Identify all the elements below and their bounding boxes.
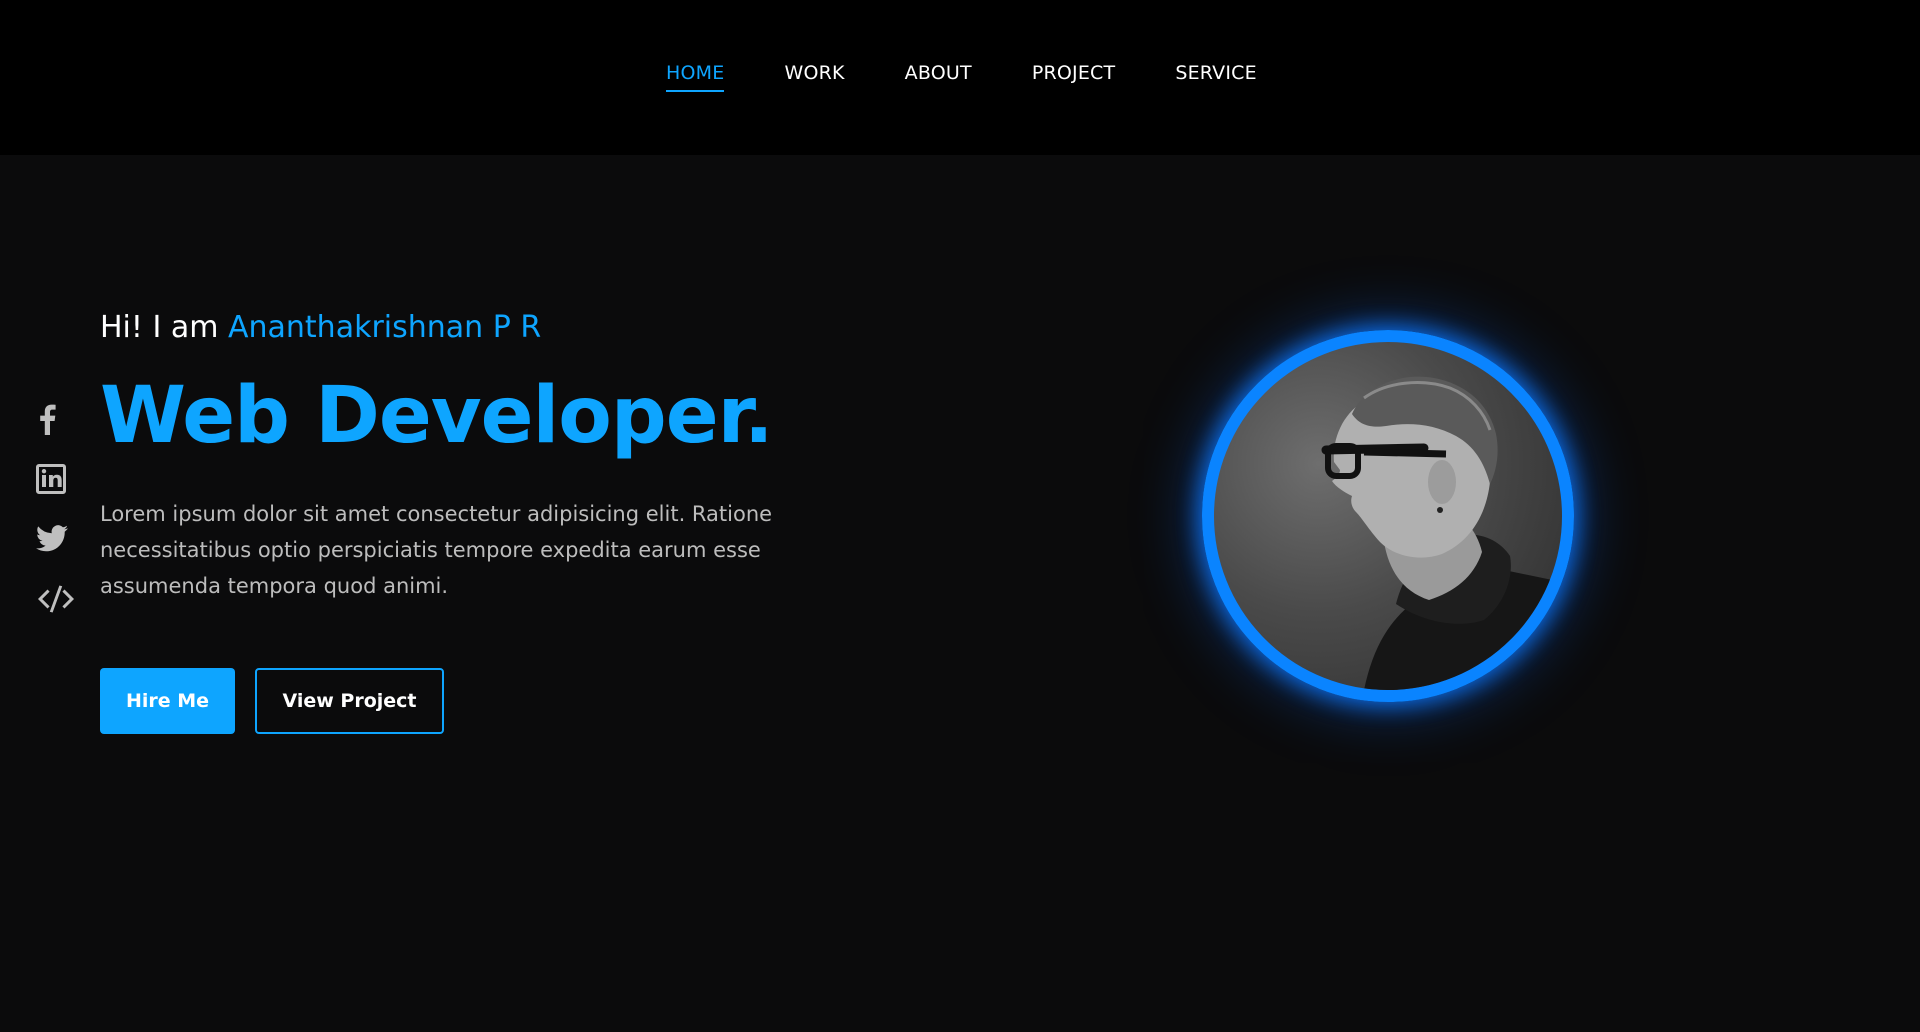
view-project-button[interactable]: View Project xyxy=(255,668,444,734)
linkedin-link[interactable] xyxy=(36,462,80,496)
nav-links: HOME WORK ABOUT PROJECT SERVICE xyxy=(666,62,1317,92)
facebook-icon xyxy=(40,404,56,435)
nav-work[interactable]: WORK xyxy=(784,62,844,90)
navbar: HOME WORK ABOUT PROJECT SERVICE xyxy=(0,0,1920,155)
social-links xyxy=(36,402,80,616)
twitter-icon xyxy=(36,525,68,552)
code-icon xyxy=(38,585,74,613)
hire-me-button[interactable]: Hire Me xyxy=(100,668,235,734)
role-title: Web Developer. xyxy=(100,371,774,461)
portrait-illustration xyxy=(1321,376,1562,690)
profile-portrait xyxy=(1202,330,1574,702)
nav-about[interactable]: ABOUT xyxy=(905,62,972,90)
nav-project[interactable]: PROJECT xyxy=(1032,62,1116,90)
greeting-prefix: Hi! I am xyxy=(100,310,228,345)
developer-name: Ananthakrishnan P R xyxy=(227,310,542,345)
nav-service[interactable]: SERVICE xyxy=(1175,62,1257,90)
hero-buttons: Hire Me View Project xyxy=(100,668,860,734)
code-link[interactable] xyxy=(36,582,80,616)
nav-home[interactable]: HOME xyxy=(666,62,725,92)
hero-description: Lorem ipsum dolor sit amet consectetur a… xyxy=(100,502,773,598)
facebook-link[interactable] xyxy=(36,402,80,436)
hero-section: Hi! I am Ananthakrishnan P R Web Develop… xyxy=(100,304,860,734)
greeting: Hi! I am Ananthakrishnan P R xyxy=(100,304,860,352)
twitter-link[interactable] xyxy=(36,522,80,556)
linkedin-icon xyxy=(36,464,66,494)
